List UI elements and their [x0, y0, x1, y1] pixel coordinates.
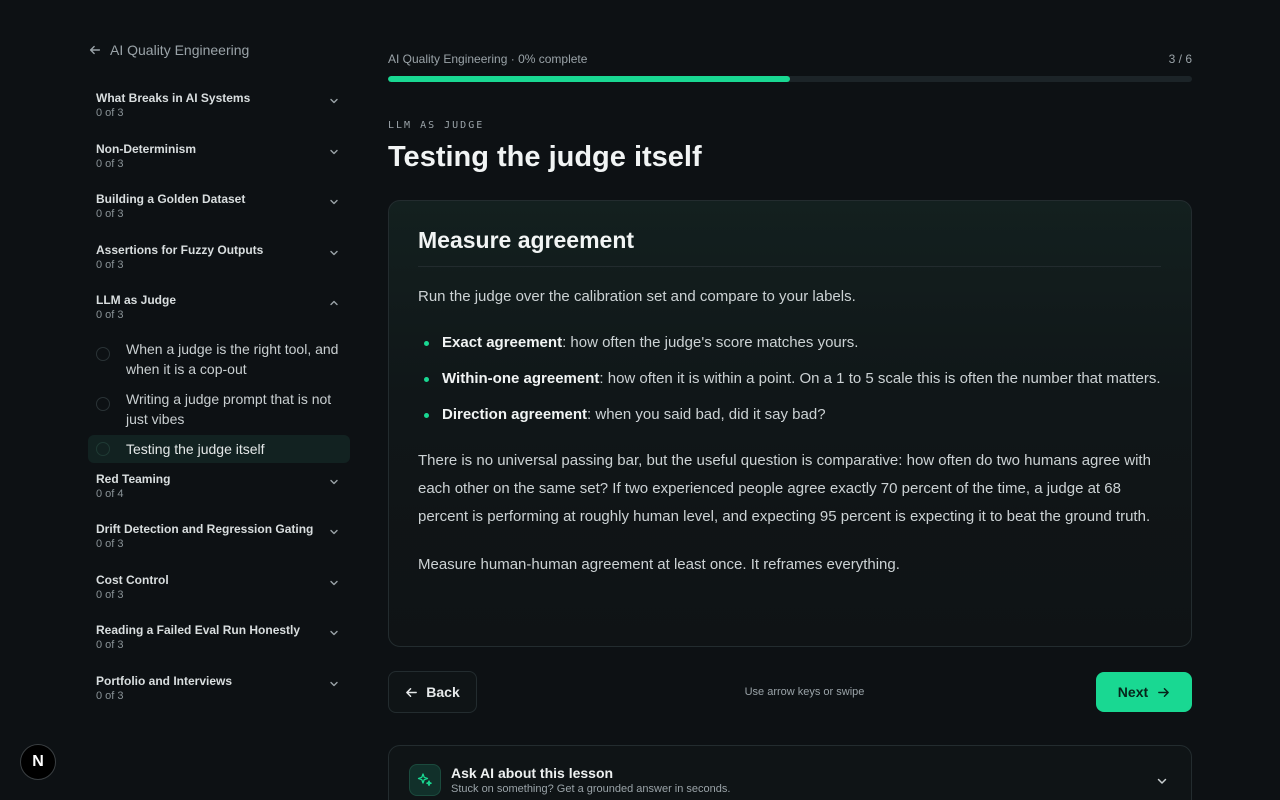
- chevron-down-icon: [330, 580, 338, 585]
- back-to-course-link[interactable]: AI Quality Engineering: [88, 40, 350, 60]
- list-item: Direction agreement: when you said bad, …: [418, 401, 1161, 429]
- list-text: : when you said bad, did it say bad?: [587, 406, 826, 423]
- progress-bar-fill: [388, 76, 790, 82]
- module-progress: 0 of 3: [96, 588, 124, 601]
- incomplete-circle-icon: [96, 396, 110, 411]
- list-text: : how often the judge's score matches yo…: [562, 334, 859, 351]
- ask-ai-subtitle: Stuck on something? Get a grounded answe…: [451, 783, 731, 795]
- lesson-list: When a judge is the right tool, and when…: [88, 335, 350, 463]
- course-progress-label: AI Quality Engineering · 0% complete: [388, 52, 588, 66]
- progress-bar: [388, 76, 1192, 82]
- module-item[interactable]: Non-Determinism 0 of 3: [88, 139, 350, 190]
- arrow-left-icon: [89, 45, 101, 55]
- lesson-label: When a judge is the right tool, and when…: [126, 340, 339, 377]
- module-progress: 0 of 3: [96, 689, 124, 702]
- module-title: Cost Control: [96, 572, 169, 587]
- module-item[interactable]: Red Teaming 0 of 4: [88, 469, 350, 520]
- module-title: Reading a Failed Eval Run Honestly: [96, 623, 301, 637]
- step-counter: 3 / 6: [1168, 52, 1192, 66]
- chevron-up-icon: [330, 300, 338, 306]
- chevron-down-icon[interactable]: [1155, 774, 1169, 788]
- module-title: LLM as Judge: [96, 293, 177, 307]
- bullet-dot: [424, 413, 429, 418]
- chevron-down-icon: [330, 199, 338, 205]
- module-progress: 0 of 3: [96, 208, 124, 220]
- module-title: Portfolio and Interviews: [96, 673, 233, 688]
- ask-ai-title: Ask AI about this lesson: [451, 765, 614, 781]
- dev-tools-badge[interactable]: N: [20, 744, 56, 780]
- back-button-label: Back: [426, 684, 460, 700]
- chevron-down-icon: [330, 149, 338, 154]
- chevron-down-icon: [330, 98, 338, 104]
- sparkles-icon: [409, 764, 441, 796]
- module-progress: 0 of 3: [96, 309, 124, 321]
- module-progress: 0 of 4: [96, 487, 124, 500]
- module-item[interactable]: Building a Golden Dataset 0 of 3: [88, 189, 350, 240]
- lesson-card: Measure agreement Run the judge over the…: [388, 200, 1192, 647]
- list-term: Within-one agreement: [442, 370, 600, 387]
- agreement-list: Exact agreement: how often the judge's s…: [418, 329, 1161, 429]
- list-item: Within-one agreement: how often it is wi…: [418, 365, 1161, 393]
- chevron-down-icon: [330, 250, 338, 255]
- arrow-right-icon: [1158, 687, 1170, 697]
- lesson-navigation: Back Use arrow keys or swipe Next: [388, 671, 1192, 713]
- page-title: Testing the judge itself: [388, 141, 702, 173]
- module-item[interactable]: What Breaks in AI Systems 0 of 3: [88, 88, 350, 139]
- module-title: Drift Detection and Regression Gating: [96, 522, 314, 536]
- body-paragraph: Measure human-human agreement at least o…: [418, 556, 900, 573]
- badge-letter: N: [32, 753, 44, 770]
- module-title: Red Teaming: [96, 471, 171, 486]
- course-sidebar: AI Quality Engineering What Breaks in AI…: [88, 40, 350, 721]
- back-link-label: AI Quality Engineering: [110, 42, 250, 58]
- lesson-main: AI Quality Engineering · 0% complete 3 /…: [388, 52, 1192, 800]
- bullet-dot: [424, 377, 429, 382]
- module-eyebrow: LLM AS JUDGE: [388, 120, 485, 131]
- module-list: What Breaks in AI Systems 0 of 3 Non-Det…: [88, 88, 350, 721]
- module-item[interactable]: Portfolio and Interviews 0 of 3: [88, 671, 350, 722]
- module-item[interactable]: Drift Detection and Regression Gating 0 …: [88, 519, 350, 570]
- module-progress: 0 of 3: [96, 157, 124, 170]
- incomplete-circle-icon: [96, 441, 110, 456]
- module-title: Assertions for Fuzzy Outputs: [96, 242, 264, 257]
- list-text: : how often it is within a point. On a 1…: [599, 370, 1161, 387]
- next-button[interactable]: Next: [1095, 672, 1192, 712]
- module-progress: 0 of 3: [96, 538, 124, 550]
- arrow-left-icon: [406, 687, 418, 697]
- next-button-label: Next: [1117, 684, 1149, 700]
- list-term: Direction agreement: [442, 406, 588, 423]
- incomplete-circle-icon: [96, 346, 110, 361]
- list-term: Exact agreement: [442, 334, 563, 351]
- chevron-down-icon: [330, 529, 338, 535]
- module-progress: 0 of 3: [96, 639, 124, 651]
- chevron-down-icon: [330, 681, 338, 686]
- module-title: Building a Golden Dataset: [96, 192, 246, 206]
- list-item: Exact agreement: how often the judge's s…: [418, 329, 1161, 357]
- module-item[interactable]: Cost Control 0 of 3: [88, 570, 350, 621]
- lesson-item[interactable]: When a judge is the right tool, and when…: [88, 335, 350, 383]
- module-progress: 0 of 3: [96, 258, 124, 271]
- body-paragraph: There is no universal passing bar, but t…: [418, 452, 1151, 525]
- chevron-down-icon: [330, 630, 338, 636]
- lesson-label: Writing a judge prompt that is not just …: [126, 390, 332, 427]
- bullet-dot: [424, 341, 429, 346]
- lesson-item-active[interactable]: Testing the judge itself: [88, 434, 350, 463]
- ask-ai-panel[interactable]: Ask AI about this lesson Stuck on someth…: [388, 745, 1192, 800]
- module-title: Non-Determinism: [96, 141, 197, 156]
- module-progress: 0 of 3: [96, 107, 124, 119]
- module-item[interactable]: Reading a Failed Eval Run Honestly 0 of …: [88, 620, 350, 671]
- progress-header: AI Quality Engineering · 0% complete 3 /…: [388, 52, 1192, 68]
- lesson-item[interactable]: Writing a judge prompt that is not just …: [88, 385, 350, 433]
- lesson-label: Testing the judge itself: [126, 440, 265, 457]
- intro-paragraph: Run the judge over the calibration set a…: [418, 288, 856, 305]
- card-heading: Measure agreement: [418, 227, 1161, 267]
- back-button[interactable]: Back: [388, 671, 477, 713]
- navigation-hint: Use arrow keys or swipe: [744, 686, 865, 698]
- module-item-open[interactable]: LLM as Judge 0 of 3: [88, 290, 350, 341]
- module-item[interactable]: Assertions for Fuzzy Outputs 0 of 3: [88, 240, 350, 291]
- module-title: What Breaks in AI Systems: [96, 91, 251, 105]
- chevron-down-icon: [330, 479, 338, 484]
